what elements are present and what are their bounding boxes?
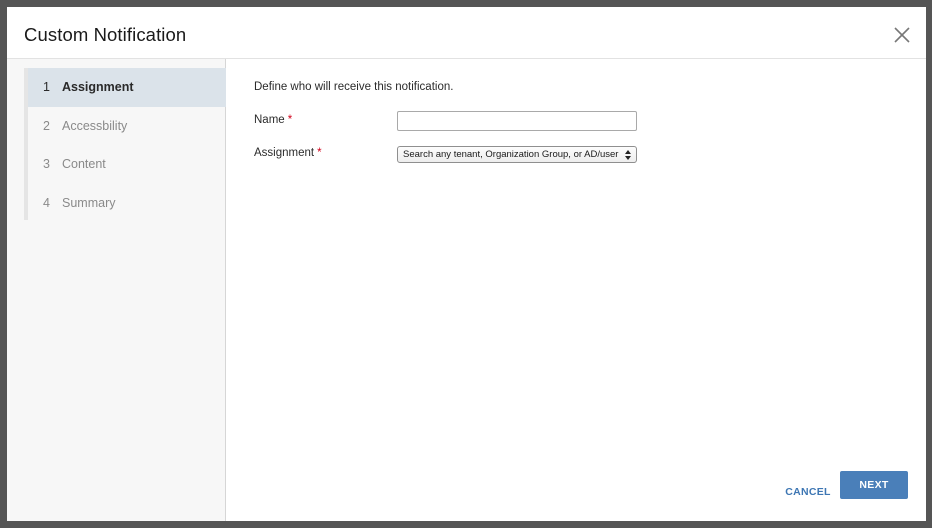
step-label: Summary <box>62 195 116 210</box>
close-icon <box>894 27 910 43</box>
modal-title: Custom Notification <box>24 24 187 45</box>
required-marker: * <box>287 114 293 126</box>
cancel-button[interactable]: CANCEL <box>784 478 832 506</box>
step-number: 3 <box>43 157 50 172</box>
name-label: Name * <box>254 114 293 126</box>
chevron-updown-icon <box>623 149 633 160</box>
step-assignment[interactable]: 1 Assignment <box>28 68 226 107</box>
step-label: Assignment <box>62 80 134 95</box>
wizard-content: Define who will receive this notificatio… <box>227 59 926 521</box>
step-label: Content <box>62 157 106 172</box>
step-content[interactable]: 3 Content <box>28 145 226 184</box>
step-number: 2 <box>43 118 50 133</box>
custom-notification-modal: Custom Notification 1 Assignment 2 Acces… <box>7 7 926 521</box>
wizard-sidebar: 1 Assignment 2 Accessbility 3 Content 4 … <box>7 59 226 521</box>
step-number: 1 <box>43 80 50 95</box>
step-number: 4 <box>43 195 50 210</box>
assignment-select[interactable]: Search any tenant, Organization Group, o… <box>397 146 637 163</box>
intro-text: Define who will receive this notificatio… <box>254 81 454 93</box>
next-button[interactable]: NEXT <box>840 471 908 499</box>
wizard-steps: 1 Assignment 2 Accessbility 3 Content 4 … <box>24 68 226 220</box>
step-summary[interactable]: 4 Summary <box>28 184 226 223</box>
required-marker: * <box>317 147 322 159</box>
close-button[interactable] <box>892 25 912 45</box>
assignment-selected-value: Search any tenant, Organization Group, o… <box>403 149 619 160</box>
step-label: Accessbility <box>62 118 128 133</box>
name-input[interactable] <box>397 111 637 131</box>
step-accessibility[interactable]: 2 Accessbility <box>28 107 226 146</box>
modal-header: Custom Notification <box>7 7 926 59</box>
assignment-label: Assignment * <box>254 147 322 159</box>
